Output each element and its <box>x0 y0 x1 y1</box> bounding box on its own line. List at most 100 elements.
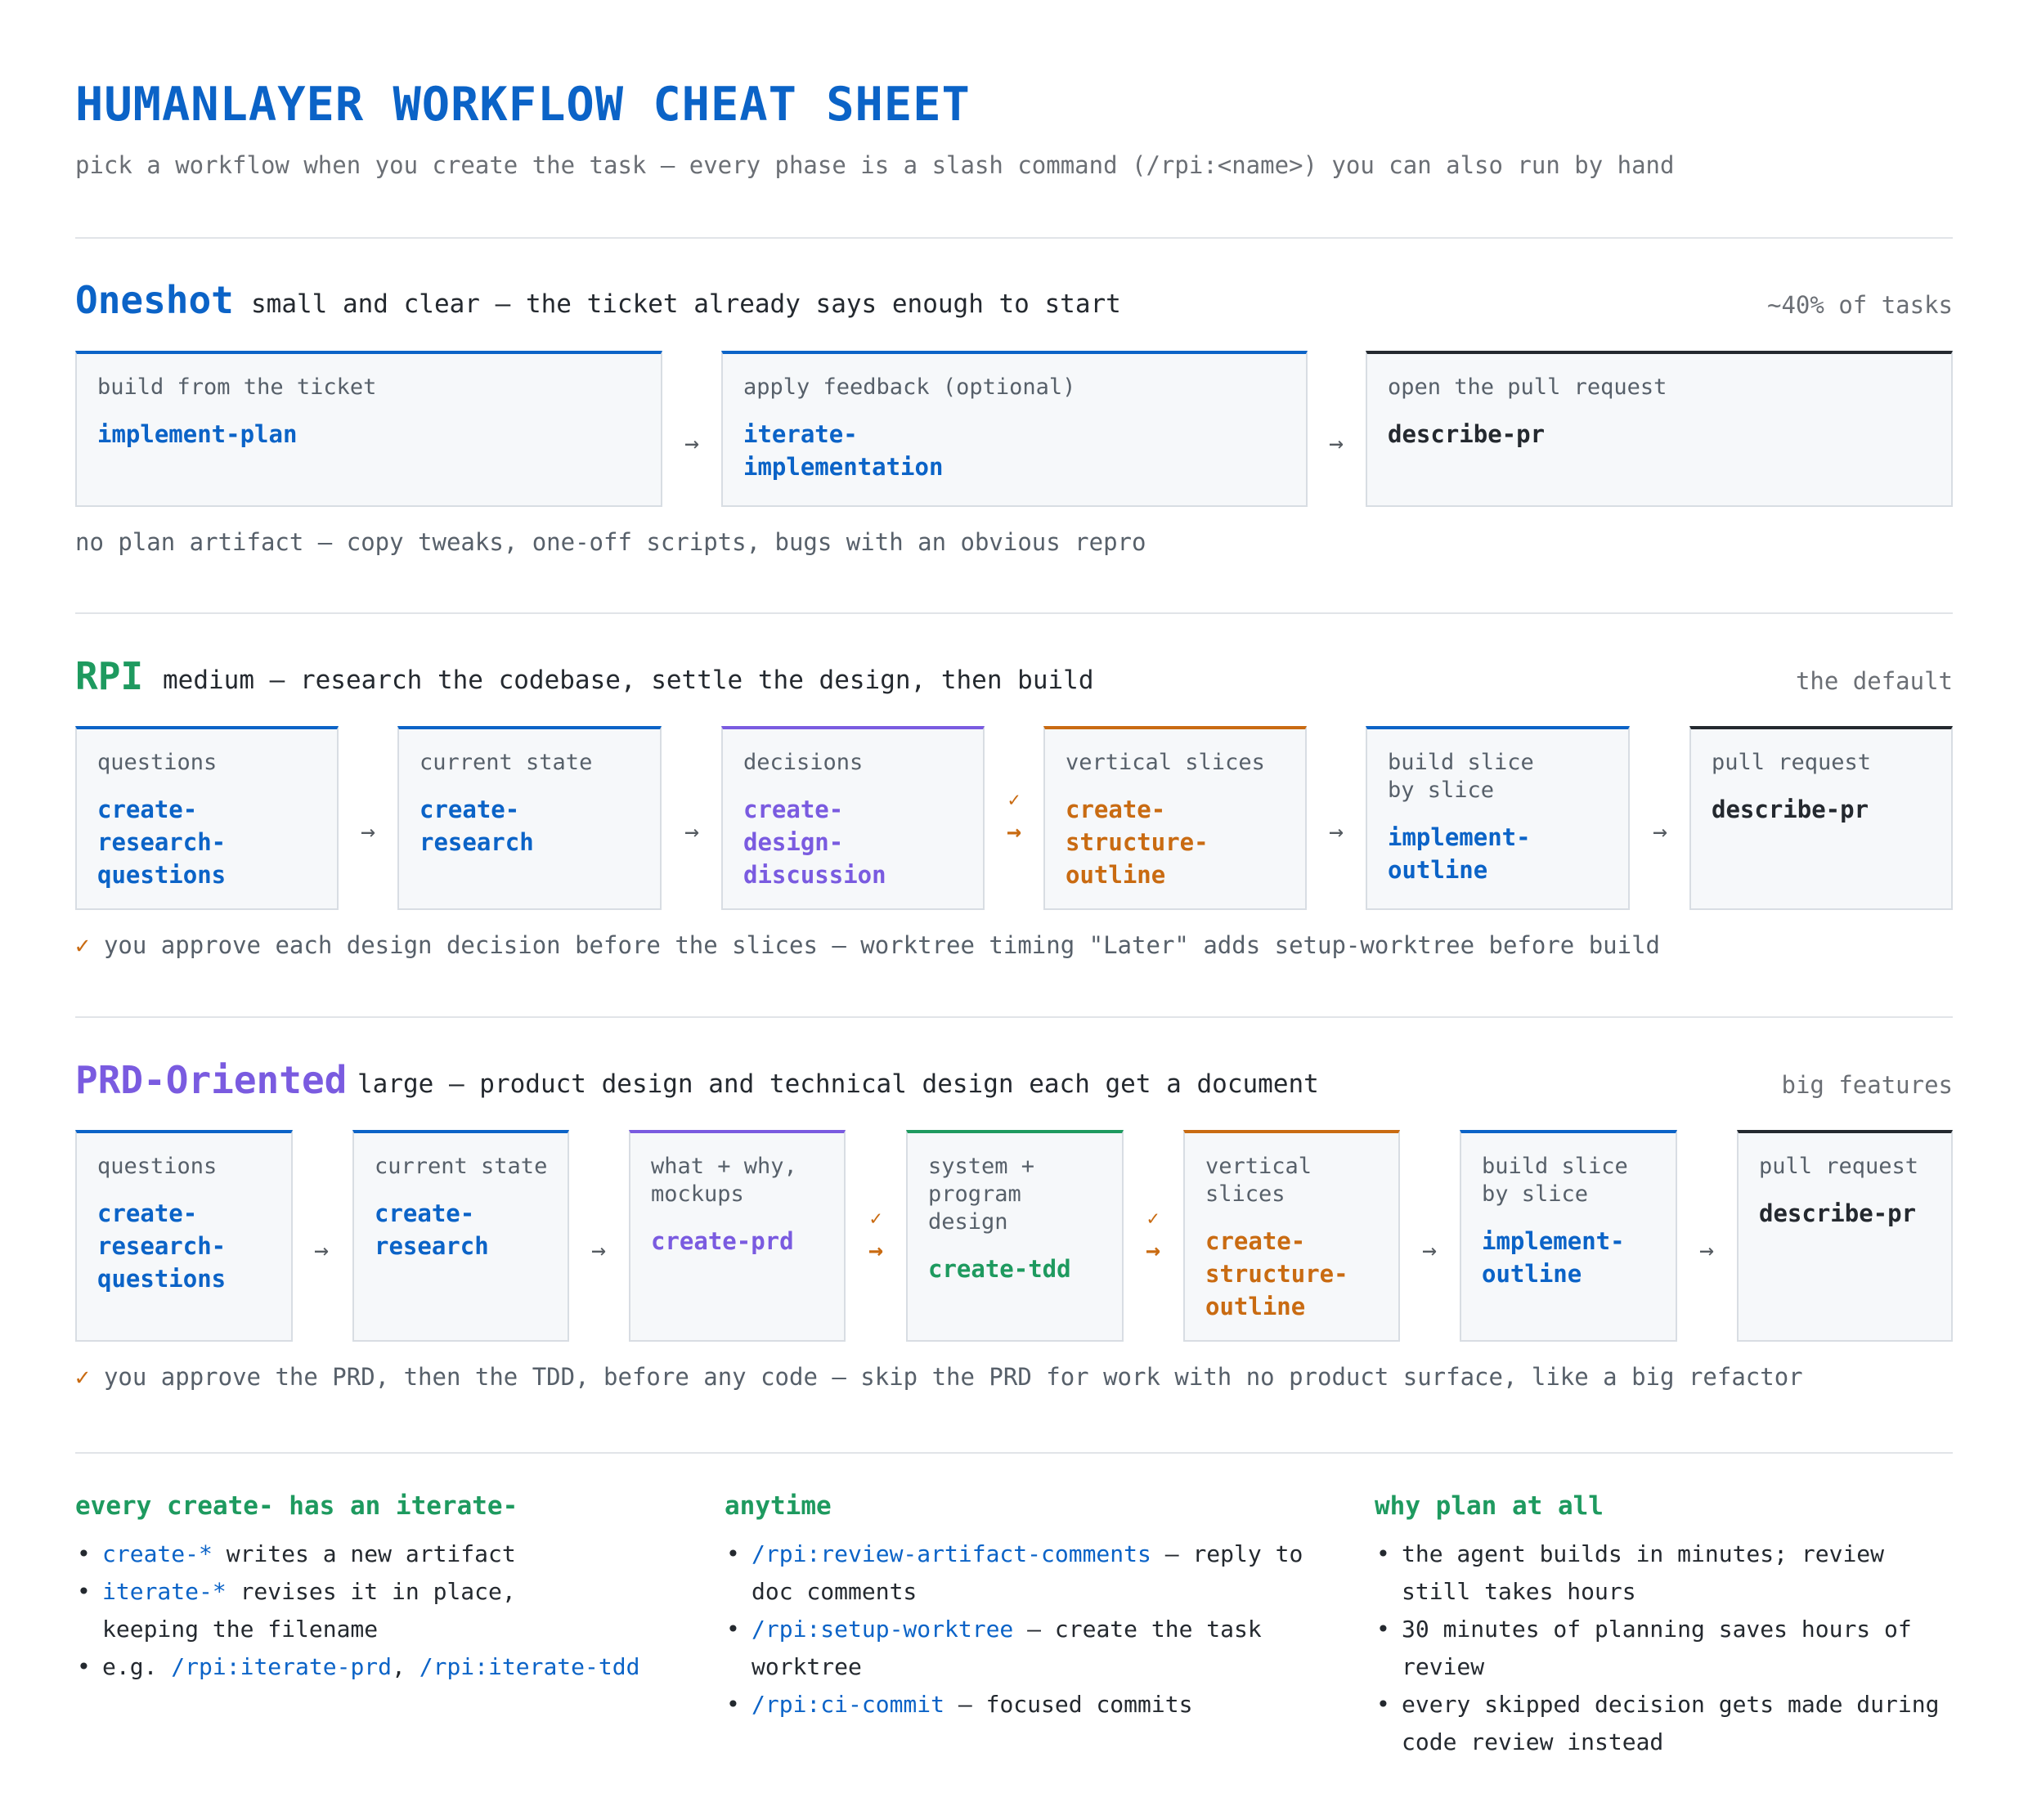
flow-arrow: → <box>1652 818 1668 846</box>
command-code: /rpi:iterate-prd <box>171 1653 393 1680</box>
step-label: questions <box>97 1154 218 1179</box>
step-command: create-structure-outline <box>1205 1227 1348 1320</box>
step-command: create-research <box>375 1199 489 1260</box>
flow-arrow: → <box>684 818 700 846</box>
flow-arrow: → <box>1006 818 1022 846</box>
step-card: vertical slices create-structure-outline <box>1183 1130 1400 1342</box>
approval-check-icon: ✓ <box>869 1207 882 1230</box>
step-card: questions create-research-questions <box>75 726 339 910</box>
flow-arrow: → <box>1145 1236 1161 1265</box>
section-title: PRD-Oriented <box>75 1058 348 1102</box>
item-text: every skipped decision gets made during … <box>1402 1691 1940 1755</box>
step-card: build from the ticket implement-plan <box>75 351 662 507</box>
list-item: iterate-* revises it in place, keeping t… <box>75 1573 626 1648</box>
flow-arrow: → <box>1421 1236 1438 1265</box>
list-item: /rpi:review-artifact-comments — reply to… <box>725 1535 1316 1611</box>
step-label: build slice by slice <box>1388 750 1534 803</box>
step-label: pull request <box>1712 750 1872 775</box>
section-description: medium — research the codebase, settle t… <box>163 666 1094 695</box>
footer-column-title: why plan at all <box>1375 1491 1604 1521</box>
step-card: pull request describe-pr <box>1737 1130 1953 1342</box>
step-command: create-research-questions <box>97 1199 227 1293</box>
command-code: /rpi:iterate-tdd <box>419 1653 640 1680</box>
flow-arrow: → <box>684 429 700 458</box>
step-command: describe-pr <box>1712 796 1869 823</box>
list-item: every skipped decision gets made during … <box>1375 1686 1966 1761</box>
flow-arrow: → <box>1328 818 1344 846</box>
section-note: ✓ you approve each design decision befor… <box>75 931 1660 959</box>
step-command: iterate-implementation <box>743 420 944 481</box>
list-item: /rpi:setup-worktree — create the task wo… <box>725 1611 1316 1686</box>
note-text: you approve each design decision before … <box>103 931 1661 959</box>
flow-arrow: → <box>313 1236 330 1265</box>
section-description: small and clear — the ticket already say… <box>251 289 1121 319</box>
step-label: questions <box>97 750 218 775</box>
list-item: 30 minutes of planning saves hours of re… <box>1375 1611 1966 1686</box>
step-command: create-structure-outline <box>1066 796 1209 889</box>
step-command: describe-pr <box>1759 1199 1917 1227</box>
approval-check-icon: ✓ <box>1146 1207 1160 1230</box>
list-item: create-* writes a new artifact <box>75 1535 664 1573</box>
section-tag: big features <box>1781 1071 1953 1099</box>
divider <box>75 612 1953 614</box>
step-label: open the pull request <box>1388 374 1667 400</box>
footer-list: /rpi:review-artifact-comments — reply to… <box>725 1535 1313 1724</box>
step-card: build slice by slice implement-outline <box>1460 1130 1677 1342</box>
step-label: what + why, mockups <box>651 1154 797 1207</box>
footer-list: the agent builds in minutes; review stil… <box>1375 1535 1963 1761</box>
flow-arrow: → <box>590 1236 607 1265</box>
step-command: create-design-discussion <box>743 796 886 889</box>
step-label: decisions <box>743 750 864 775</box>
step-command: create-research-questions <box>97 796 227 889</box>
divider <box>75 237 1953 239</box>
step-command: create-research <box>420 796 534 856</box>
step-command: implement-outline <box>1388 823 1531 884</box>
command-code: create-* <box>102 1540 213 1567</box>
step-command: describe-pr <box>1388 420 1546 448</box>
step-label: current state <box>420 750 593 775</box>
flow-arrow: → <box>1328 429 1344 458</box>
step-card: vertical slices create-structure-outline <box>1043 726 1307 910</box>
step-label: pull request <box>1759 1154 1919 1179</box>
item-text: 30 minutes of planning saves hours of re… <box>1402 1616 1912 1680</box>
section-note: ✓ you approve the PRD, then the TDD, bef… <box>75 1363 1803 1391</box>
command-code: /rpi:review-artifact-comments <box>752 1540 1151 1567</box>
step-card: decisions create-design-discussion <box>721 726 985 910</box>
flow-arrow: → <box>1698 1236 1715 1265</box>
divider <box>75 1452 1953 1454</box>
step-card: questions create-research-questions <box>75 1130 293 1342</box>
step-card: current state create-research <box>397 726 662 910</box>
item-text: writes a new artifact <box>212 1540 516 1567</box>
list-item: /rpi:ci-commit — focused commits <box>725 1686 1313 1724</box>
step-card: system + program design create-tdd <box>906 1130 1124 1342</box>
step-card: build slice by slice implement-outline <box>1366 726 1630 910</box>
cheat-sheet-page: HUMANLAYER WORKFLOW CHEAT SHEET pick a w… <box>0 0 2028 1820</box>
step-label: current state <box>375 1154 548 1179</box>
step-command: create-tdd <box>928 1255 1071 1283</box>
step-label: system + program design <box>928 1154 1035 1235</box>
item-text: e.g. <box>102 1653 172 1680</box>
step-label: build from the ticket <box>97 374 377 400</box>
section-title: Oneshot <box>75 278 234 322</box>
step-card: pull request describe-pr <box>1689 726 1953 910</box>
step-card: open the pull request describe-pr <box>1366 351 1953 507</box>
step-label: vertical slices <box>1205 1154 1312 1207</box>
check-icon: ✓ <box>75 1363 90 1391</box>
step-label: apply feedback (optional) <box>743 374 1076 400</box>
check-icon: ✓ <box>75 931 90 959</box>
section-tag: ~40% of tasks <box>1767 291 1953 319</box>
divider <box>75 1016 1953 1018</box>
flow-arrow: → <box>868 1236 884 1265</box>
section-description: large — product design and technical des… <box>357 1069 1319 1099</box>
section-tag: the default <box>1795 667 1953 695</box>
flow-arrow: → <box>360 818 376 846</box>
step-command: implement-outline <box>1482 1227 1625 1288</box>
item-text: the agent builds in minutes; review stil… <box>1402 1540 1885 1605</box>
step-card: apply feedback (optional) iterate-implem… <box>721 351 1308 507</box>
approval-check-icon: ✓ <box>1007 788 1021 811</box>
footer-column-title: anytime <box>725 1491 832 1521</box>
page-subtitle: pick a workflow when you create the task… <box>75 151 1675 179</box>
note-text: you approve the PRD, then the TDD, befor… <box>103 1363 1803 1391</box>
page-title: HUMANLAYER WORKFLOW CHEAT SHEET <box>75 78 971 132</box>
footer-column-title: every create- has an iterate- <box>75 1491 518 1521</box>
